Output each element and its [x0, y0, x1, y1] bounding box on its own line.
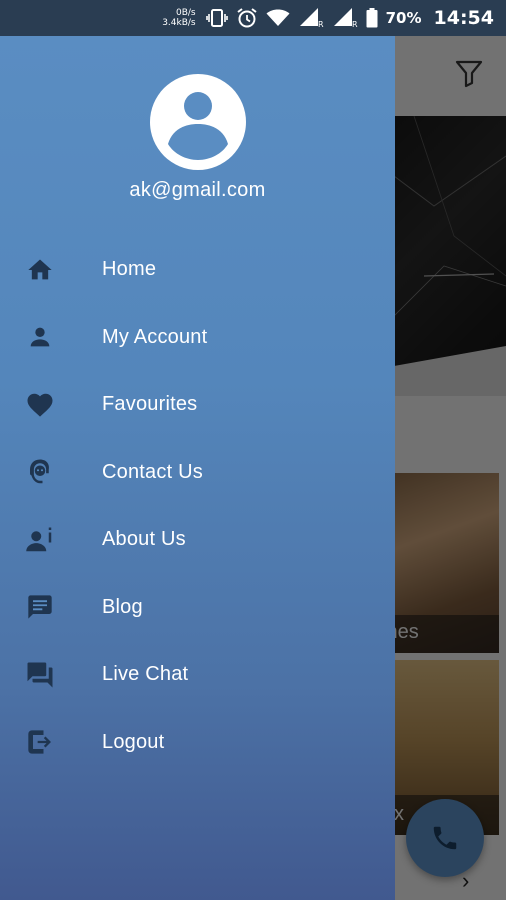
clock: 14:54	[433, 7, 494, 29]
download-speed: 3.4kB/s	[162, 18, 196, 28]
signal-icon: R	[298, 8, 324, 28]
menu-item-label: About Us	[102, 528, 186, 551]
logout-icon	[24, 726, 56, 758]
svg-text:R: R	[318, 20, 324, 28]
wifi-icon	[266, 9, 290, 27]
person-icon	[24, 321, 56, 353]
signal-icon: R	[332, 8, 358, 28]
menu-item-my-account[interactable]: My Account	[0, 304, 395, 372]
person-info-icon	[24, 524, 56, 556]
navigation-drawer: ak@gmail.com Home My Account Favourites …	[0, 36, 395, 900]
user-email: ak@gmail.com	[129, 179, 266, 201]
menu-item-label: Home	[102, 258, 157, 281]
battery-icon	[366, 8, 378, 28]
menu-item-label: Contact Us	[102, 460, 203, 483]
alarm-icon	[236, 7, 258, 29]
menu-item-label: My Account	[102, 325, 208, 348]
drawer-menu: Home My Account Favourites Contact Us Ab…	[0, 236, 395, 776]
menu-item-live-chat[interactable]: Live Chat	[0, 641, 395, 709]
home-icon	[24, 254, 56, 286]
vibrate-icon	[205, 9, 228, 27]
message-icon	[24, 591, 56, 623]
menu-item-logout[interactable]: Logout	[0, 709, 395, 777]
menu-item-favourites[interactable]: Favourites	[0, 371, 395, 439]
menu-item-label: Favourites	[102, 393, 198, 416]
menu-item-blog[interactable]: Blog	[0, 574, 395, 642]
menu-item-home[interactable]: Home	[0, 236, 395, 304]
upload-speed: 0B/s	[175, 8, 196, 18]
menu-item-contact-us[interactable]: Contact Us	[0, 439, 395, 507]
network-speed: 0B/s 3.4kB/s	[162, 8, 195, 28]
menu-item-label: Blog	[102, 595, 143, 618]
chat-icon	[24, 659, 56, 691]
svg-text:R: R	[352, 20, 358, 28]
avatar[interactable]	[150, 74, 246, 170]
battery-level: 70%	[385, 9, 422, 27]
support-agent-icon	[24, 456, 56, 488]
status-bar: 0B/s 3.4kB/s R R 70% 14:54	[0, 0, 506, 36]
menu-item-label: Logout	[102, 730, 165, 753]
menu-item-label: Live Chat	[102, 663, 189, 686]
menu-item-about-us[interactable]: About Us	[0, 506, 395, 574]
heart-icon	[24, 389, 56, 421]
